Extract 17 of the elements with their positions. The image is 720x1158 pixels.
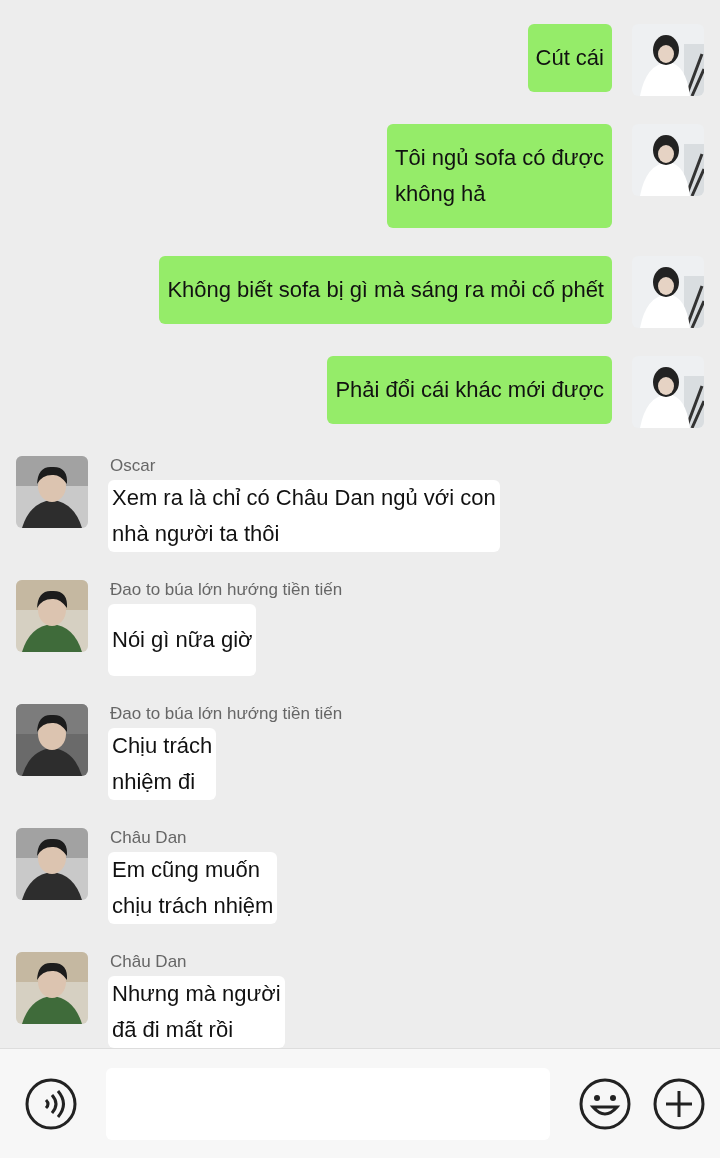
message-bubble: Nói gì nữa giờ	[108, 604, 257, 676]
message-bubble: Phải đổi cái khác mới được	[327, 356, 612, 424]
message-bubble: Tôi ngủ sofa có được không hả	[387, 124, 612, 228]
emoji-button[interactable]	[578, 1076, 632, 1131]
voice-button[interactable]	[24, 1076, 78, 1131]
sender-name: Oscar	[109, 456, 156, 476]
sender-name: Đao to búa lớn hướng tiền tiến	[109, 704, 343, 724]
sender-name: Châu Dan	[109, 828, 187, 848]
message-bubble: Em cũng muốn chịu trách nhiệm	[108, 852, 278, 924]
message-bubble: Nhưng mà người đã đi mất rồi	[108, 976, 285, 1048]
message-bubble: Chịu trách nhiệm đi	[108, 728, 217, 800]
sender-name: Châu Dan	[109, 952, 187, 972]
message-bubble: Không biết sofa bị gì mà sáng ra mỏi cố phết	[159, 256, 612, 324]
sender-name: Đao to búa lớn hướng tiền tiến	[109, 580, 343, 600]
message-bubble: Xem ra là chỉ có Châu Dan ngủ với con nhà người ta thôi	[108, 480, 500, 552]
message-bubble: Cút cái	[527, 24, 612, 92]
add-button[interactable]	[652, 1076, 706, 1131]
